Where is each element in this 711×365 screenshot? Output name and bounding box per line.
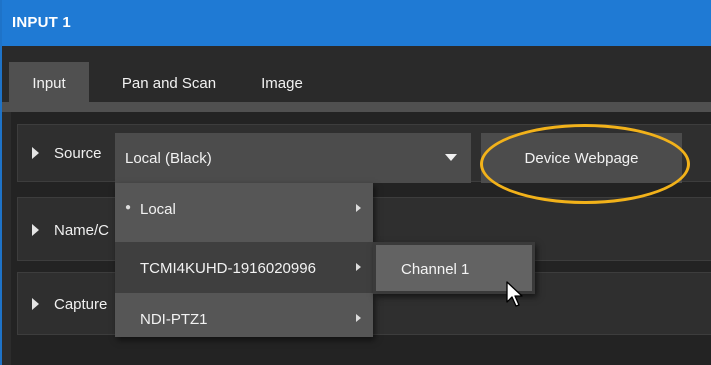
source-label: Source: [54, 145, 102, 162]
expand-triangle-icon[interactable]: [32, 147, 39, 159]
tab-image[interactable]: Image: [247, 62, 317, 103]
device-webpage-button[interactable]: Device Webpage: [481, 133, 682, 183]
submenu-item-label: Channel 1: [401, 261, 470, 278]
device-webpage-button-label: Device Webpage: [524, 150, 639, 167]
selected-bullet-icon: ●: [125, 202, 132, 213]
menu-item-label: NDI-PTZ1: [140, 311, 208, 328]
submenu-item-channel-1[interactable]: Channel 1: [376, 245, 532, 291]
chevron-right-icon: [356, 204, 361, 212]
name-label: Name/C: [54, 222, 110, 239]
channel-submenu: Channel 1: [373, 242, 535, 294]
chevron-right-icon: [356, 314, 361, 322]
menu-item-label: TCMI4KUHD-1916020996: [140, 260, 316, 277]
tab-pan-and-scan-label: Pan and Scan: [121, 75, 217, 92]
chevron-right-icon: [356, 263, 361, 271]
tab-bar: Input Pan and Scan Image: [2, 46, 711, 103]
expand-triangle-icon[interactable]: [32, 298, 39, 310]
tab-image-label: Image: [261, 75, 303, 92]
tab-underline: [2, 102, 711, 112]
source-dropdown-menu: ● Local TCMI4KUHD-1916020996 NDI-PTZ1: [115, 183, 373, 337]
caret-down-icon: [445, 154, 457, 161]
tab-input[interactable]: Input: [9, 62, 89, 103]
source-select[interactable]: Local (Black): [115, 133, 471, 183]
expand-triangle-icon[interactable]: [32, 224, 39, 236]
input-config-window: INPUT 1 Input Pan and Scan Image Source …: [0, 0, 711, 365]
window-title: INPUT 1: [12, 14, 71, 31]
source-select-value: Local (Black): [125, 150, 212, 167]
tab-pan-and-scan[interactable]: Pan and Scan: [94, 62, 244, 103]
menu-item-ndi-ptz1[interactable]: NDI-PTZ1: [115, 293, 373, 344]
menu-item-local[interactable]: ● Local: [115, 183, 373, 234]
capture-label: Capture: [54, 296, 108, 313]
tab-input-label: Input: [32, 75, 66, 92]
menu-item-label: Local: [140, 201, 176, 218]
title-bar: INPUT 1: [2, 0, 711, 46]
menu-item-tcmi4kuhd[interactable]: TCMI4KUHD-1916020996: [115, 242, 373, 293]
